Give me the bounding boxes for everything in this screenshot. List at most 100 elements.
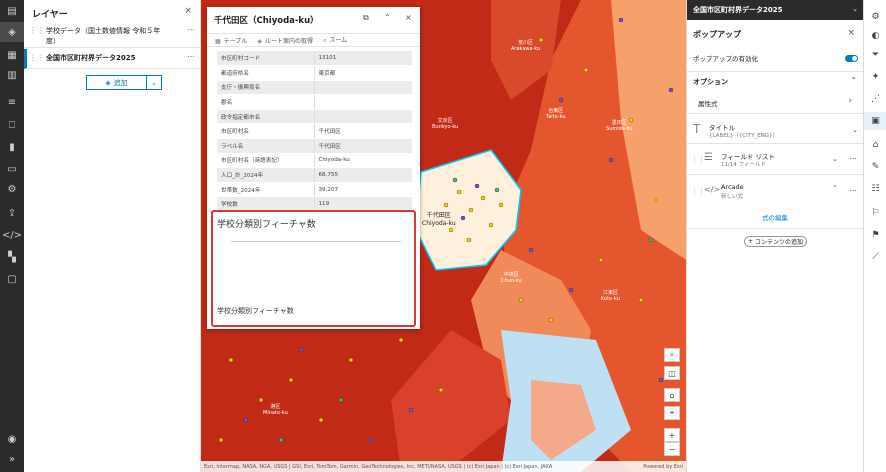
chevron-down-icon[interactable]: ⌄ xyxy=(852,5,858,13)
help-icon[interactable]: ◉ xyxy=(5,432,19,446)
table-row: 人口_計_2024年 68,755 xyxy=(217,167,412,183)
add-layer-button[interactable]: ◈ 追加 ⌄ xyxy=(86,75,162,90)
popup-section-title: ポップアップ xyxy=(693,30,741,39)
chart-title: 学校分類別フィーチャ数 xyxy=(217,220,316,230)
text-icon: T xyxy=(693,122,701,136)
close-icon[interactable]: × xyxy=(405,13,412,22)
legend-icon[interactable]: ≡ xyxy=(5,95,19,109)
styles-icon[interactable]: ◐ xyxy=(869,29,882,42)
zoom-in-button[interactable]: + xyxy=(664,428,680,442)
table-row: 都道府県名 東京都 xyxy=(217,65,412,81)
table-row: 郡名 xyxy=(217,94,412,110)
dock-icon[interactable]: ⧉ xyxy=(363,13,369,23)
basemap-icon[interactable]: ▥ xyxy=(5,68,19,82)
edit-expression-link[interactable]: 式の編集 xyxy=(762,212,788,222)
properties-icon[interactable]: ⚙ xyxy=(869,10,882,23)
drag-handle-icon[interactable]: ⋮⋮ xyxy=(29,26,45,35)
fieldlist-sub: 11/14 フィールド xyxy=(721,162,766,168)
table-row: ラベル名 千代田区 xyxy=(217,138,412,154)
chart-divider xyxy=(231,241,401,242)
layers-icon[interactable]: ◈ xyxy=(0,22,24,42)
filter-icon[interactable]: ⏷ xyxy=(869,48,882,61)
enable-popup-toggle[interactable] xyxy=(845,55,858,62)
forms-icon[interactable]: ☷ xyxy=(869,182,882,195)
options-title: オプション xyxy=(693,78,728,86)
popup-config-panel: 全国市区町村界データ2025 ⌄ ポップアップ × ポップアップの有効化 オプシ… xyxy=(686,0,864,472)
map-label-sumida: 墨田区 Sumida-ku xyxy=(606,120,633,132)
map-label-arakawa: 荒川区 Arakawa-ku xyxy=(511,40,541,52)
drag-handle-icon[interactable]: ⋮⋮ xyxy=(29,53,45,62)
title-value: {LABEL}（{CITY_ENG}） xyxy=(709,133,779,139)
table-row: 市区町村名（英語表記） Chiyoda-ku xyxy=(217,153,412,169)
aggregation-icon[interactable]: ⚑ xyxy=(869,228,882,241)
layer-name: 全国市区町村界データ2025 xyxy=(46,54,136,62)
share-icon[interactable]: ⇪ xyxy=(5,206,19,220)
attribute-table: 市区町村コード 13101 都道府県名 東京都 支庁・振興局名 郡名 政令指定都市名… xyxy=(217,51,412,213)
add-layer-label: 追加 xyxy=(113,78,128,87)
enable-popup-label: ポップアップの有効化 xyxy=(693,55,758,63)
table-row: 政令指定都市名 xyxy=(217,109,412,125)
chart-icon[interactable]: ▮ xyxy=(5,140,19,154)
labels-icon[interactable]: ✎ xyxy=(869,160,882,173)
title-content-row[interactable]: T タイトル {LABEL}（{CITY_ENG}） ⌄ xyxy=(687,118,864,144)
add-content-button[interactable]: + コンテンツの追加 xyxy=(744,236,807,247)
fieldlist-content-row[interactable]: ⋮⋮ ☰ フィールド リスト 11/14 フィールド ⌄ ⋯ xyxy=(687,147,864,175)
zoom-out-button[interactable]: − xyxy=(664,442,680,456)
sketch-icon[interactable]: ⚐ xyxy=(869,206,882,219)
route-action[interactable]: ◈ ルート案内の取得 xyxy=(257,36,313,45)
effects-icon[interactable]: ✦ xyxy=(869,70,882,83)
powered-by[interactable]: Powered by Esri xyxy=(643,464,683,470)
map-label-chiyoda: 千代田区 Chiyoda-ku xyxy=(422,212,456,227)
table-icon[interactable]: ▦ xyxy=(5,48,19,62)
popups-icon[interactable]: ▣ xyxy=(864,112,886,130)
attr-expr-label: 属性式 xyxy=(698,100,718,108)
list-icon: ☰ xyxy=(704,152,713,163)
compass-icon[interactable]: ⌖ xyxy=(664,406,680,420)
more-options-icon[interactable]: ⋯ xyxy=(187,52,195,61)
drag-handle-icon[interactable]: ⋮⋮ xyxy=(691,156,705,164)
measure-icon[interactable]: ⟋ xyxy=(869,250,882,263)
info-icon[interactable]: ▢ xyxy=(5,272,19,286)
search-icon[interactable]: ⌕ xyxy=(664,348,680,362)
code-icon: </> xyxy=(704,185,721,194)
chevron-up-icon[interactable]: ⌃ xyxy=(850,76,857,85)
chevron-down-icon[interactable]: ⌄ xyxy=(832,155,838,163)
table-action[interactable]: ▦ テーブル xyxy=(215,36,247,45)
layers-panel-title: レイヤー xyxy=(32,10,68,20)
code-icon[interactable]: </> xyxy=(2,228,22,242)
more-options-icon[interactable]: ⋯ xyxy=(849,154,857,163)
layers-icon[interactable]: ◫ xyxy=(664,366,680,380)
chevron-up-icon[interactable]: ⌃ xyxy=(832,184,838,192)
settings-icon[interactable]: ⚙ xyxy=(5,182,19,196)
menu-icon[interactable]: ▤ xyxy=(5,4,19,18)
close-icon[interactable]: × xyxy=(184,6,192,16)
chevron-down-icon[interactable]: ⌄ xyxy=(147,79,161,87)
collapse-icon[interactable]: ⌃ xyxy=(384,13,391,22)
table-icon: ▦ xyxy=(215,37,221,45)
close-icon[interactable]: × xyxy=(847,28,855,38)
more-options-icon[interactable]: ⋯ xyxy=(187,25,195,34)
add-content-label: コンテンツの追加 xyxy=(755,239,804,246)
attribute-expression-row[interactable]: 属性式 › xyxy=(687,90,864,114)
map-label-koto: 江東区 Koto-ku xyxy=(601,290,620,302)
divider xyxy=(687,71,864,72)
arcade-content-row[interactable]: ⋮⋮ </> Arcade 新しい式 ⌃ ⋯ 式の編集 xyxy=(687,179,864,229)
chevron-down-icon[interactable]: ⌄ xyxy=(852,126,858,134)
grid-icon[interactable]: ▚ xyxy=(5,250,19,264)
zoom-icon: ⌕ xyxy=(322,37,327,44)
table-row: 支庁・振興局名 xyxy=(217,80,412,96)
chart-container: 学校分類別フィーチャ数 学校分類別フィーチャ数 xyxy=(211,210,416,327)
clustering-icon[interactable]: ⋰ xyxy=(869,92,882,105)
collapse-icon[interactable]: » xyxy=(5,452,19,466)
bookmark-icon[interactable]: ⎕ xyxy=(5,118,19,132)
more-options-icon[interactable]: ⋯ xyxy=(849,186,857,195)
sketch-icon[interactable]: ▭ xyxy=(5,162,19,176)
plus-icon: + xyxy=(747,238,753,245)
home-icon[interactable]: ⌂ xyxy=(664,388,680,402)
zoom-action[interactable]: ⌕ ズーム xyxy=(323,35,347,45)
layer-item-schools[interactable]: ⋮⋮ 学校データ（国土数値情報 令和５年度） ⋯ xyxy=(24,22,201,48)
fields-icon[interactable]: ⌂ xyxy=(869,138,882,151)
map-label-taito: 台東区 Taito-ku xyxy=(546,108,566,120)
layer-item-municipalities[interactable]: ⋮⋮ 全国市区町村界データ2025 ⋯ xyxy=(24,49,201,69)
drag-handle-icon[interactable]: ⋮⋮ xyxy=(691,188,705,196)
